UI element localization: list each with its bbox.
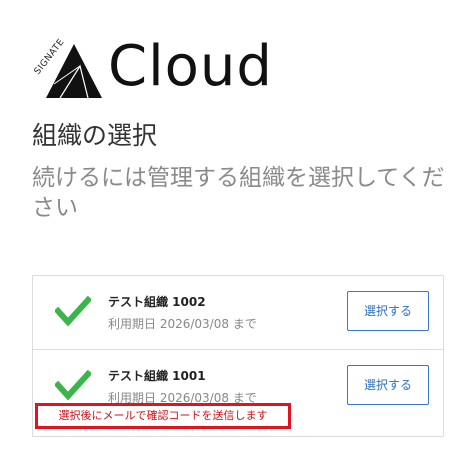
verification-code-notice: 選択後にメールで確認コードを送信します: [35, 403, 291, 429]
organization-row: テスト組織 1002 利用期日 2026/03/08 まで 選択する: [33, 276, 443, 350]
page-subtitle: 続けるには管理する組織を選択してください: [32, 165, 445, 221]
select-organization-button[interactable]: 選択する: [347, 291, 429, 331]
org-select-page: SIGNATE Cloud 組織の選択 続けるには管理する組織を選択してください…: [0, 0, 476, 457]
page-title: 組織の選択: [32, 121, 158, 150]
organization-name: テスト組織 1001: [108, 369, 206, 383]
organization-name: テスト組織 1002: [108, 295, 206, 309]
logo-product-text: Cloud: [108, 34, 273, 99]
select-organization-button[interactable]: 選択する: [347, 365, 429, 405]
check-icon: [55, 296, 91, 326]
organization-expiry: 利用期日 2026/03/08 まで: [108, 317, 257, 331]
signate-cloud-logo: SIGNATE Cloud: [30, 34, 300, 100]
check-icon: [55, 370, 91, 400]
